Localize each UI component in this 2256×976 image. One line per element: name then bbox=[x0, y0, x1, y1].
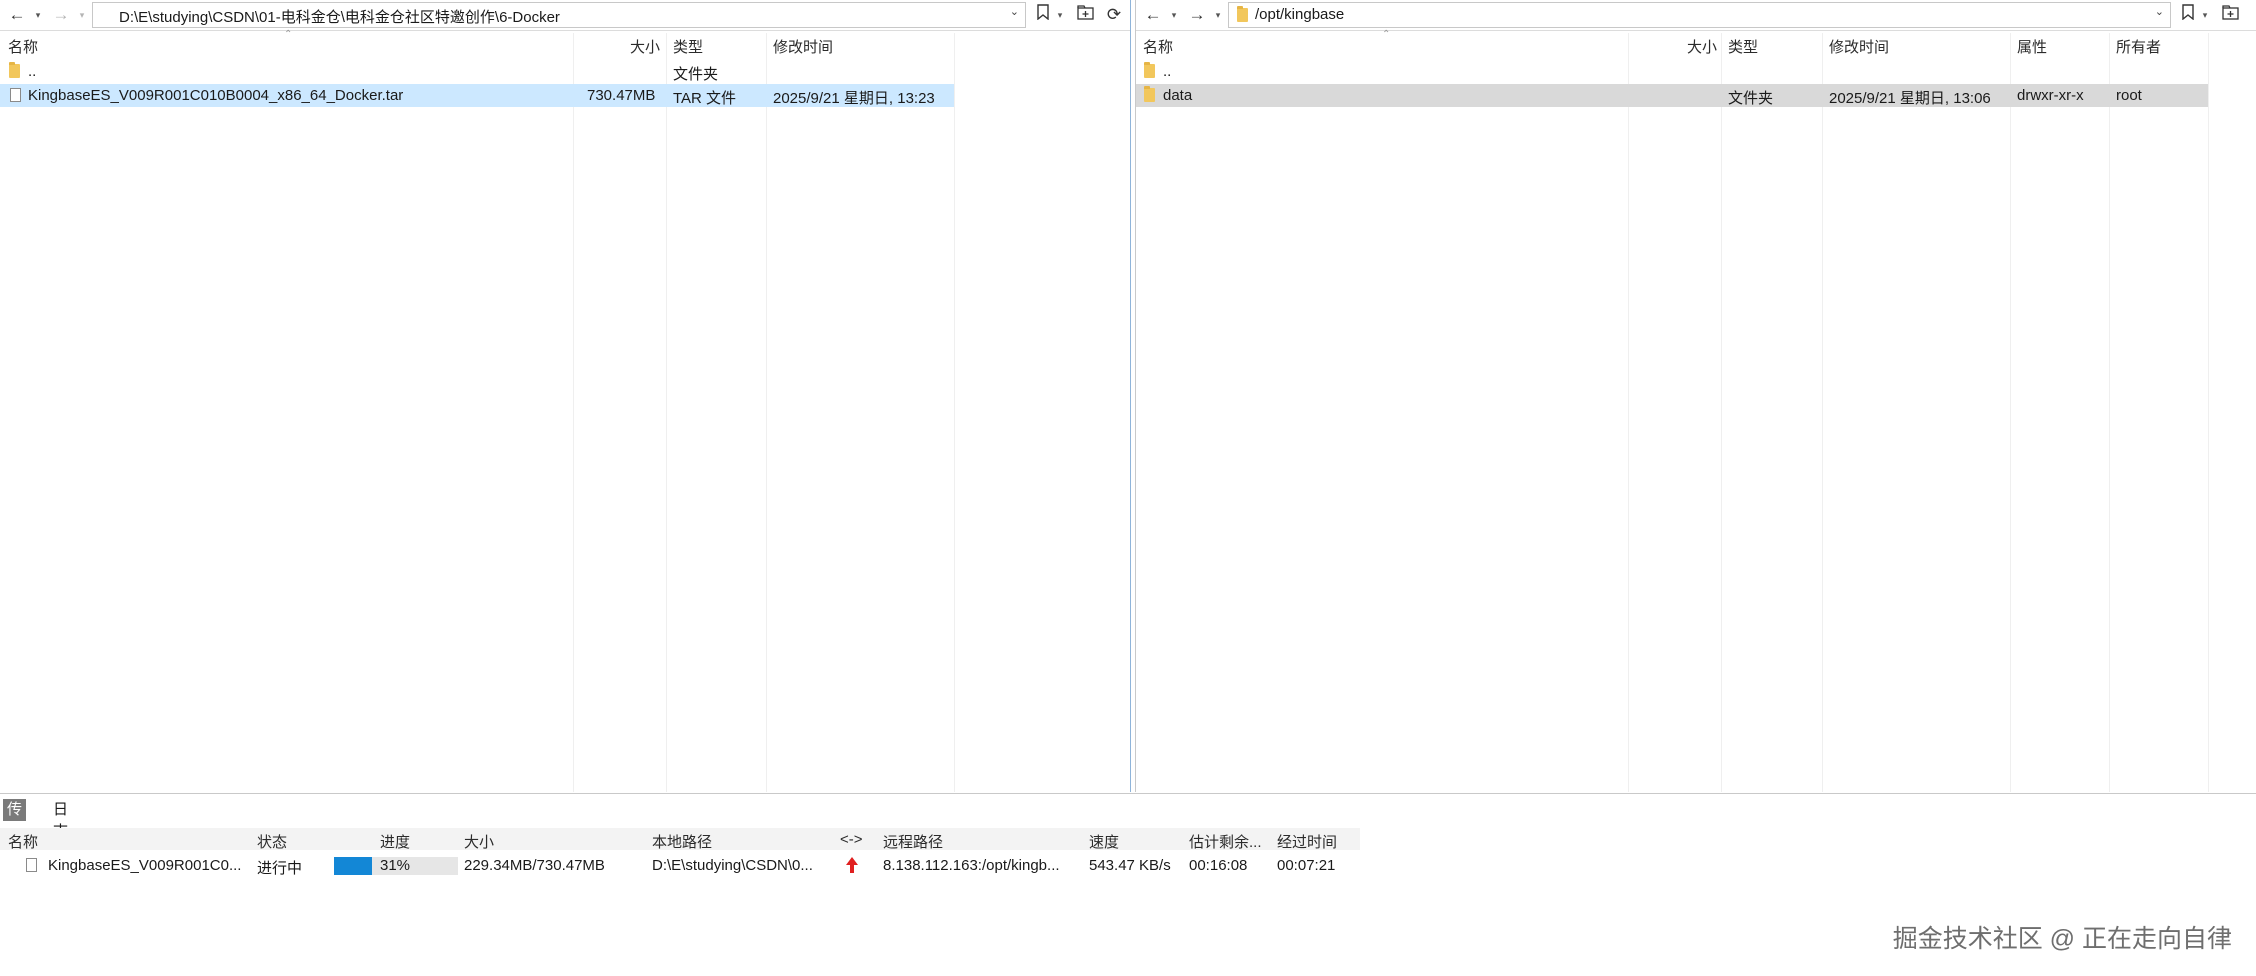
sort-ascending-icon: ⌃ bbox=[284, 29, 293, 40]
forward-history-dropdown[interactable]: ▾ bbox=[76, 4, 88, 26]
bookmark-icon[interactable] bbox=[1032, 4, 1054, 26]
transfer-elapsed: 00:07:21 bbox=[1277, 857, 1336, 874]
back-history-dropdown[interactable]: ▾ bbox=[1168, 4, 1180, 26]
column-modified[interactable]: 修改时间 bbox=[773, 36, 833, 57]
column-divider bbox=[1628, 33, 1629, 792]
remote-toolbar: ← ▾ → ▾ /opt/kingbase ⌄ ▾ bbox=[1136, 0, 2256, 31]
column-divider bbox=[666, 33, 667, 792]
transfer-remote-path: 8.138.112.163:/opt/kingb... bbox=[883, 857, 1060, 874]
column-progress[interactable]: 进度 bbox=[380, 831, 410, 852]
file-attributes: drwxr-xr-x bbox=[2017, 87, 2084, 104]
column-name[interactable]: 名称 bbox=[1143, 36, 1173, 57]
bookmark-dropdown[interactable]: ▾ bbox=[1054, 4, 1066, 26]
file-name: KingbaseES_V009R001C010B0004_x86_64_Dock… bbox=[28, 87, 404, 104]
file-modified: 2025/9/21 星期日, 13:23 bbox=[773, 90, 935, 107]
back-arrow-icon[interactable]: ← bbox=[1142, 4, 1164, 26]
tab-log[interactable]: 日志 bbox=[49, 799, 72, 840]
tab-transfer[interactable]: 传输 bbox=[3, 799, 27, 840]
column-divider bbox=[573, 33, 574, 792]
column-owner[interactable]: 所有者 bbox=[2116, 36, 2161, 57]
remote-path-text: /opt/kingbase bbox=[1255, 6, 1345, 23]
file-row-selected[interactable]: data 文件夹 2025/9/21 星期日, 13:06 drwxr-xr-x… bbox=[1136, 84, 2208, 107]
column-direction[interactable]: <-> bbox=[840, 831, 863, 848]
column-local-path[interactable]: 本地路径 bbox=[652, 831, 712, 852]
file-row-parent[interactable]: .. bbox=[1136, 60, 2208, 83]
chevron-down-icon[interactable]: ⌄ bbox=[2155, 5, 2164, 18]
back-arrow-icon[interactable]: ← bbox=[6, 4, 28, 26]
new-folder-icon[interactable] bbox=[2219, 4, 2241, 26]
file-owner: root bbox=[2116, 87, 2142, 104]
column-divider bbox=[2109, 33, 2110, 792]
file-type: 文件夹 bbox=[673, 66, 719, 83]
file-name: .. bbox=[1163, 63, 1172, 80]
forward-arrow-icon[interactable]: → bbox=[1186, 4, 1208, 26]
transfer-size: 229.34MB/730.47MB bbox=[464, 857, 605, 874]
column-remote-path[interactable]: 远程路径 bbox=[883, 831, 943, 852]
new-folder-icon[interactable] bbox=[1074, 4, 1096, 26]
column-elapsed[interactable]: 经过时间 bbox=[1277, 831, 1337, 852]
sort-ascending-icon: ⌃ bbox=[1382, 29, 1391, 40]
forward-history-dropdown[interactable]: ▾ bbox=[1212, 4, 1224, 26]
file-size: 730.47MB bbox=[587, 87, 656, 104]
back-history-dropdown[interactable]: ▾ bbox=[32, 4, 44, 26]
file-modified: 2025/9/21 星期日, 13:06 bbox=[1829, 90, 1991, 107]
column-eta[interactable]: 估计剩余... bbox=[1189, 831, 1262, 852]
column-name[interactable]: 名称 bbox=[8, 36, 38, 57]
upload-arrow-icon bbox=[845, 856, 859, 874]
progress-text: 31% bbox=[380, 857, 411, 874]
column-modified[interactable]: 修改时间 bbox=[1829, 36, 1889, 57]
column-divider bbox=[2010, 33, 2011, 792]
transfer-eta: 00:16:08 bbox=[1189, 857, 1248, 874]
remote-file-pane: ← ▾ → ▾ /opt/kingbase ⌄ ▾ 名称 ⌃ 大小 类型 修改时… bbox=[1135, 0, 2256, 792]
file-type: 文件夹 bbox=[1728, 90, 1774, 107]
local-path-input[interactable]: D:\E\studying\CSDN\01-电科金仓\电科金仓社区特邀创作\6-… bbox=[92, 2, 1026, 28]
remote-column-header: 名称 ⌃ 大小 类型 修改时间 属性 所有者 bbox=[1136, 29, 2256, 57]
column-divider bbox=[2208, 33, 2209, 792]
column-size[interactable]: 大小 bbox=[630, 36, 660, 57]
column-size[interactable]: 大小 bbox=[1687, 36, 1717, 57]
transfer-name: KingbaseES_V009R001C0... bbox=[48, 857, 242, 874]
transfer-speed: 543.47 KB/s bbox=[1089, 857, 1171, 874]
column-divider bbox=[954, 33, 955, 792]
column-type[interactable]: 类型 bbox=[673, 36, 703, 57]
file-name: .. bbox=[28, 63, 37, 80]
local-file-pane: ← ▾ → ▾ D:\E\studying\CSDN\01-电科金仓\电科金仓社… bbox=[0, 0, 1131, 792]
chevron-down-icon[interactable]: ⌄ bbox=[1010, 5, 1019, 18]
local-path-text: D:\E\studying\CSDN\01-电科金仓\电科金仓社区特邀创作\6-… bbox=[119, 9, 560, 26]
folder-icon bbox=[1144, 86, 1155, 106]
column-divider bbox=[766, 33, 767, 792]
folder-icon bbox=[1144, 62, 1155, 82]
progress-fill bbox=[334, 857, 372, 875]
file-icon bbox=[26, 858, 37, 876]
file-type: TAR 文件 bbox=[673, 90, 737, 107]
bookmark-icon[interactable] bbox=[2177, 4, 2199, 26]
bookmark-dropdown[interactable]: ▾ bbox=[2199, 4, 2211, 26]
forward-arrow-icon[interactable]: → bbox=[50, 4, 72, 26]
folder-icon bbox=[9, 62, 20, 82]
local-column-header: 名称 ⌃ 大小 类型 修改时间 bbox=[0, 29, 1130, 57]
column-divider bbox=[1721, 33, 1722, 792]
remote-path-input[interactable]: /opt/kingbase ⌄ bbox=[1228, 2, 2171, 28]
column-type[interactable]: 类型 bbox=[1728, 36, 1758, 57]
file-row-selected[interactable]: KingbaseES_V009R001C010B0004_x86_64_Dock… bbox=[0, 84, 954, 107]
file-name: data bbox=[1163, 87, 1193, 104]
refresh-icon[interactable]: ⟳ bbox=[1103, 4, 1125, 26]
column-speed[interactable]: 速度 bbox=[1089, 831, 1119, 852]
transfer-status: 进行中 bbox=[257, 860, 303, 877]
file-row-parent[interactable]: .. 文件夹 bbox=[0, 60, 954, 83]
column-size[interactable]: 大小 bbox=[464, 831, 494, 852]
column-attributes[interactable]: 属性 bbox=[2017, 36, 2047, 57]
column-name[interactable]: 名称 bbox=[8, 831, 38, 852]
file-icon bbox=[10, 88, 21, 106]
watermark-text: 掘金技术社区 @ 正在走向自律 bbox=[1892, 925, 2232, 953]
transfer-row[interactable]: KingbaseES_V009R001C0... 进行中 31% 229.34M… bbox=[0, 854, 1360, 877]
folder-icon bbox=[1237, 6, 1248, 26]
transfer-local-path: D:\E\studying\CSDN\0... bbox=[652, 857, 813, 874]
column-divider bbox=[1822, 33, 1823, 792]
column-status[interactable]: 状态 bbox=[257, 831, 287, 852]
transfer-column-header: 名称 状态 进度 大小 本地路径 <-> 远程路径 速度 估计剩余... 经过时… bbox=[0, 828, 1360, 852]
local-toolbar: ← ▾ → ▾ D:\E\studying\CSDN\01-电科金仓\电科金仓社… bbox=[0, 0, 1130, 31]
